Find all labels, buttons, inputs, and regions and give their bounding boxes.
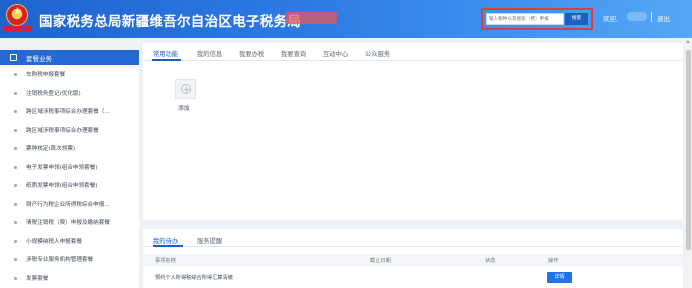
sidebar-item[interactable]: 车购税申报套餐 [0, 65, 139, 84]
bullet-icon [14, 73, 17, 76]
sidebar-item[interactable]: 电子发票申领(组合申领套餐) [0, 158, 139, 177]
active-todo-tab-indicator [153, 245, 183, 247]
todo-table-header: 事项名称 截止日期 状态 操作 [143, 254, 683, 267]
tax-portal-page: ★ 国家税务总局新疆维吾尔自治区电子税务局 搜索 欢迎, 退出 套餐业务 车购税… [0, 0, 692, 288]
sidebar-item-label: 发票套餐 [26, 275, 49, 282]
package-icon [10, 54, 17, 61]
table-row: 预约个人所得税综合所得汇算清缴 详情 [143, 271, 683, 285]
sidebar-item[interactable]: 跨区域涉税事项综合办理套餐（... [0, 102, 139, 121]
sidebar-item-label: 电子发票申领(组合申领套餐) [26, 164, 98, 171]
sidebar-item-label: 财产行为税企业所得税综合申报... [26, 201, 110, 208]
sidebar-item-label: 涉税专业服务机构管理套餐 [26, 257, 94, 263]
tab-my-info[interactable]: 我的信息 [197, 49, 222, 58]
sidebar-item-label: 跨区域涉税事项综合办理套餐 [26, 127, 99, 134]
sidebar: 套餐业务 车购税申报套餐 注销税务登记(优化版) 跨区域涉税事项综合办理套餐（.… [0, 50, 139, 288]
bullet-icon [14, 128, 17, 132]
top-header: ★ 国家税务总局新疆维吾尔自治区电子税务局 搜索 欢迎, 退出 [0, 0, 692, 38]
national-emblem-icon: ★ [6, 4, 28, 26]
todo-tabs: 我的待办 服务提醒 [143, 229, 683, 247]
search-button[interactable]: 搜索 [565, 13, 588, 25]
sidebar-item-label: 纸质发票申领(组合申领套餐) [26, 183, 98, 189]
tab-service-reminder[interactable]: 服务提醒 [197, 236, 222, 245]
page-scrollbar[interactable] [685, 38, 692, 288]
add-function-button[interactable] [175, 79, 196, 99]
sidebar-item-label: 小规模纳税人申报套餐 [26, 238, 82, 245]
bullet-icon [14, 91, 17, 95]
search-box: 搜索 [481, 8, 593, 30]
tab-tax-handling[interactable]: 我要办税 [239, 49, 264, 58]
sidebar-list: 车购税申报套餐 注销税务登记(优化版) 跨区域涉税事项综合办理套餐（... 跨区… [0, 65, 139, 287]
sidebar-item-label: 车购税申报套餐 [26, 72, 66, 78]
emblem-caption [4, 26, 33, 32]
bullet-icon [14, 276, 17, 280]
main-tabs: 常用功能 我的信息 我要办税 我要查询 互动中心 公众服务 [143, 43, 683, 61]
sidebar-item-label: 跨区域涉税事项综合办理套餐（... [26, 109, 110, 115]
sidebar-header[interactable]: 套餐业务 [0, 50, 139, 65]
bullet-icon [14, 165, 17, 169]
title-badge [285, 12, 337, 24]
bullet-icon [14, 147, 17, 150]
sidebar-item[interactable]: 涉税专业服务机构管理套餐 [0, 250, 139, 269]
column-header: 状态 [485, 258, 496, 264]
todo-item-name: 预约个人所得税综合所得汇算清缴 [155, 275, 233, 281]
search-input[interactable] [486, 13, 564, 25]
sidebar-item-label: 票种核定(首次领票) [26, 146, 76, 152]
scroll-thumb[interactable] [686, 50, 691, 250]
bullet-icon [14, 110, 17, 113]
common-functions-panel: 常用功能 我的信息 我要办税 我要查询 互动中心 公众服务 添加 [143, 43, 683, 220]
tab-my-todo[interactable]: 我的待办 [153, 236, 178, 245]
sidebar-item[interactable]: 财产行为税企业所得税综合申报... [0, 195, 139, 214]
sidebar-item[interactable]: 清税注销税（费）申报及缴纳套餐 [0, 213, 139, 232]
bullet-icon [14, 202, 17, 206]
detail-button[interactable]: 详情 [547, 272, 572, 283]
sidebar-item[interactable]: 发票套餐 [0, 269, 139, 288]
header-divider [651, 12, 652, 22]
bullet-icon [14, 184, 17, 187]
todo-panel: 我的待办 服务提醒 事项名称 截止日期 状态 操作 预约个人所得税综合所得汇算清… [143, 229, 683, 288]
sidebar-item-label: 注销税务登记(优化版) [26, 90, 81, 97]
user-name-redacted[interactable] [627, 12, 647, 21]
sidebar-item[interactable]: 纸质发票申领(组合申领套餐) [0, 176, 139, 195]
plus-circle-icon [181, 84, 191, 94]
column-header: 事项名称 [155, 258, 176, 264]
tab-interaction-center[interactable]: 互动中心 [323, 49, 348, 58]
active-tab-indicator [152, 59, 181, 61]
column-header: 操作 [548, 258, 559, 264]
scroll-up-arrow-icon[interactable] [686, 40, 690, 43]
site-title: 国家税务总局新疆维吾尔自治区电子税务局 [39, 14, 302, 30]
bullet-icon [14, 221, 17, 224]
column-header: 截止日期 [370, 258, 391, 264]
logout-link[interactable]: 退出 [657, 13, 670, 23]
tab-public-service[interactable]: 公众服务 [365, 49, 390, 58]
sidebar-item[interactable]: 小规模纳税人申报套餐 [0, 232, 139, 251]
bullet-icon [14, 239, 17, 243]
sidebar-item[interactable]: 票种核定(首次领票) [0, 139, 139, 158]
tab-query[interactable]: 我要查询 [281, 49, 306, 58]
sidebar-item[interactable]: 注销税务登记(优化版) [0, 84, 139, 103]
tab-common-functions[interactable]: 常用功能 [153, 49, 178, 58]
bullet-icon [14, 258, 17, 261]
welcome-text: 欢迎, [603, 15, 619, 23]
sidebar-item-label: 清税注销税（费）申报及缴纳套餐 [26, 220, 110, 226]
add-function-label: 添加 [178, 106, 190, 112]
sidebar-item[interactable]: 跨区域涉税事项综合办理套餐 [0, 121, 139, 140]
sidebar-title: 套餐业务 [26, 55, 52, 63]
